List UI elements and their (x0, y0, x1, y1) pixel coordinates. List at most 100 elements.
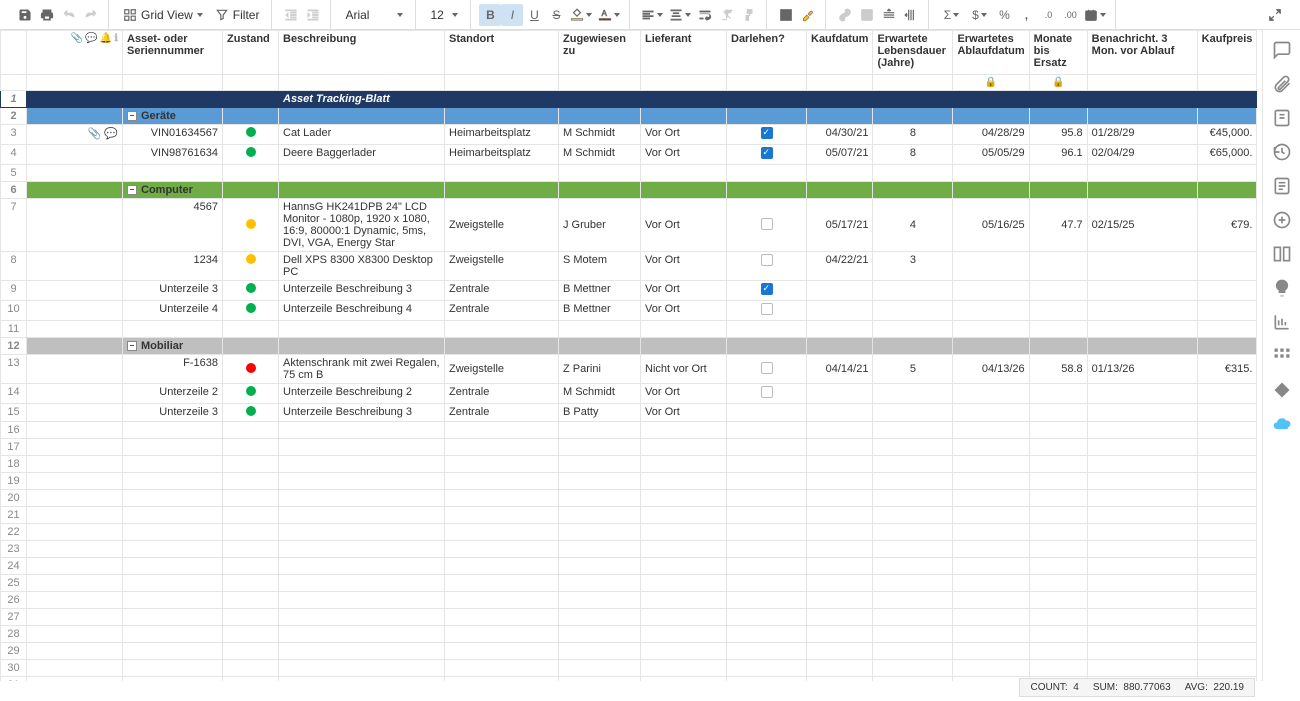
italic-button[interactable]: I (501, 4, 523, 26)
cell[interactable]: Deere Baggerlader (279, 145, 445, 165)
text-color-button[interactable]: A (595, 4, 623, 26)
cell[interactable]: 95.8 (1029, 125, 1087, 145)
save-icon[interactable] (14, 4, 36, 26)
align-left-button[interactable] (638, 4, 666, 26)
col-darlehen[interactable]: Darlehen? (727, 31, 807, 75)
cell[interactable] (223, 301, 279, 321)
cell[interactable]: Vor Ort (641, 384, 727, 404)
font-size-select[interactable]: 12 (424, 4, 464, 26)
cell[interactable] (223, 252, 279, 281)
cell[interactable] (223, 404, 279, 422)
indent-icon[interactable] (302, 4, 324, 26)
checkbox[interactable] (761, 283, 773, 295)
cell[interactable]: Vor Ort (641, 145, 727, 165)
cell[interactable]: 05/07/21 (807, 145, 873, 165)
cell[interactable]: €79. (1197, 199, 1257, 252)
cell[interactable]: Cat Lader (279, 125, 445, 145)
cell[interactable]: Vor Ort (641, 125, 727, 145)
cell[interactable]: J Gruber (559, 199, 641, 252)
cell[interactable] (727, 199, 807, 252)
cell[interactable]: 04/13/26 (953, 355, 1029, 384)
col-benachricht[interactable]: Benachricht. 3 Mon. vor Ablauf (1087, 31, 1197, 75)
cell[interactable]: Heimarbeitsplatz (445, 145, 559, 165)
corner-cell[interactable] (1, 31, 27, 75)
diamond-panel-icon[interactable] (1272, 380, 1292, 400)
wrap-text-button[interactable] (694, 4, 716, 26)
cell[interactable] (727, 281, 807, 301)
cell[interactable]: 01/13/26 (1087, 355, 1197, 384)
cell[interactable]: 58.8 (1029, 355, 1087, 384)
cell[interactable]: VIN01634567 (123, 125, 223, 145)
cell[interactable]: 04/14/21 (807, 355, 873, 384)
cell[interactable]: B Mettner (559, 281, 641, 301)
cell[interactable]: Zentrale (445, 281, 559, 301)
checkbox[interactable] (761, 362, 773, 374)
attachment-col-header[interactable]: 📎💬🔔ℹ (27, 31, 123, 75)
cell[interactable]: 04/22/21 (807, 252, 873, 281)
decrease-decimal-button[interactable]: .0 (1037, 4, 1059, 26)
cell[interactable]: Zweigstelle (445, 199, 559, 252)
proof-panel-icon[interactable] (1272, 108, 1292, 128)
cell[interactable]: 05/17/21 (807, 199, 873, 252)
cell[interactable]: Vor Ort (641, 404, 727, 422)
cell[interactable]: 3 (873, 252, 953, 281)
print-icon[interactable] (36, 4, 58, 26)
cell[interactable]: 01/28/29 (1087, 125, 1197, 145)
history-panel-icon[interactable] (1272, 142, 1292, 162)
strikethrough-button[interactable]: S (545, 4, 567, 26)
sum-button[interactable]: Σ (937, 4, 965, 26)
cell[interactable]: 02/04/29 (1087, 145, 1197, 165)
cell[interactable]: 47.7 (1029, 199, 1087, 252)
brandfolder-panel-icon[interactable] (1272, 210, 1292, 230)
format-painter-button[interactable] (738, 4, 760, 26)
cell[interactable]: Z Parini (559, 355, 641, 384)
underline-button[interactable]: U (523, 4, 545, 26)
cell[interactable] (727, 125, 807, 145)
attachments-panel-icon[interactable] (1272, 74, 1292, 94)
fill-color-button[interactable] (567, 4, 595, 26)
cell[interactable]: VIN98761634 (123, 145, 223, 165)
bold-button[interactable]: B (479, 4, 501, 26)
increase-decimal-button[interactable]: .00 (1059, 4, 1081, 26)
thousands-button[interactable]: , (1015, 4, 1037, 26)
cell[interactable] (223, 125, 279, 145)
cell[interactable] (223, 199, 279, 252)
cell[interactable] (223, 355, 279, 384)
cell[interactable] (727, 252, 807, 281)
cell[interactable] (223, 384, 279, 404)
cell[interactable]: Dell XPS 8300 X8300 Desktop PC (279, 252, 445, 281)
cell[interactable]: Unterzeile 2 (123, 384, 223, 404)
columns-panel-icon[interactable] (1272, 244, 1292, 264)
checkbox[interactable] (761, 127, 773, 139)
col-standort[interactable]: Standort (445, 31, 559, 75)
grid-view-button[interactable]: Grid View (117, 4, 209, 26)
cell[interactable]: 05/16/25 (953, 199, 1029, 252)
image-icon[interactable] (856, 4, 878, 26)
cell[interactable]: 8 (873, 145, 953, 165)
cell[interactable]: 8 (873, 125, 953, 145)
link-icon[interactable] (834, 4, 856, 26)
collapse-button[interactable]: − (127, 185, 137, 195)
cell[interactable]: 4567 (123, 199, 223, 252)
col-beschreibung[interactable]: Beschreibung (279, 31, 445, 75)
checkbox[interactable] (761, 254, 773, 266)
cell[interactable] (727, 355, 807, 384)
col-zugewiesen[interactable]: Zugewiesen zu (559, 31, 641, 75)
cell[interactable]: Vor Ort (641, 301, 727, 321)
checkbox[interactable] (761, 303, 773, 315)
col-lebensdauer[interactable]: Erwartete Lebensdauer (Jahre) (873, 31, 953, 75)
insert-col-icon[interactable] (900, 4, 922, 26)
cell[interactable] (223, 145, 279, 165)
cell[interactable]: 5 (873, 355, 953, 384)
align-vertical-button[interactable] (666, 4, 694, 26)
cell[interactable]: Zentrale (445, 301, 559, 321)
cell[interactable]: Zentrale (445, 384, 559, 404)
cell[interactable]: €45,000. (1197, 125, 1257, 145)
summary-panel-icon[interactable] (1272, 176, 1292, 196)
col-ablauf[interactable]: Erwartetes Ablaufdatum (953, 31, 1029, 75)
cell[interactable] (727, 384, 807, 404)
cell[interactable]: Zweigstelle (445, 355, 559, 384)
idea-panel-icon[interactable] (1272, 278, 1292, 298)
cell[interactable]: Unterzeile Beschreibung 2 (279, 384, 445, 404)
comments-panel-icon[interactable] (1272, 40, 1292, 60)
